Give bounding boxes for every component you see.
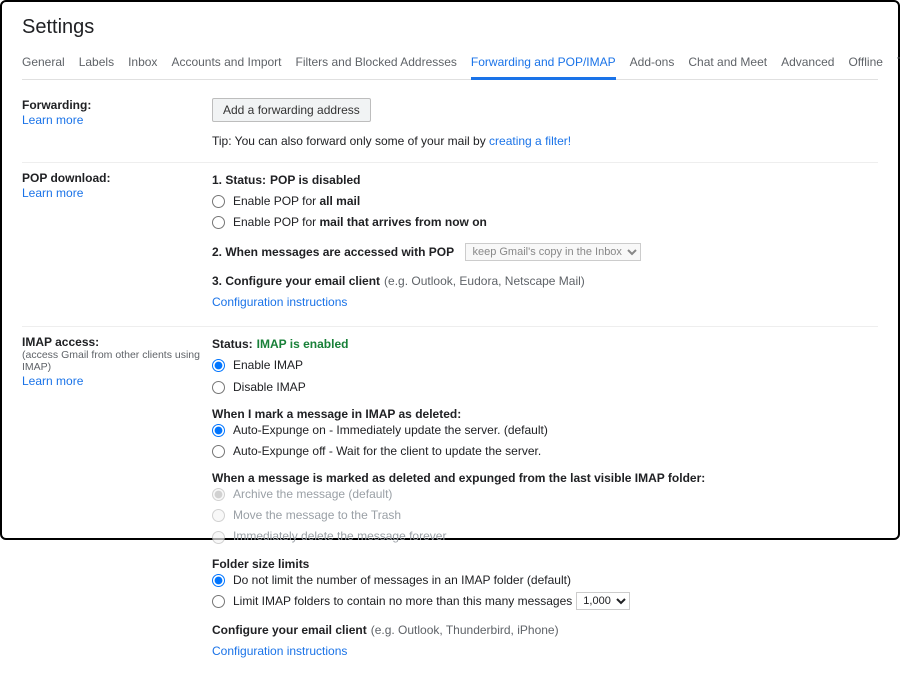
pop-enable-new-radio[interactable]	[212, 216, 225, 229]
create-filter-link[interactable]: creating a filter!	[489, 134, 571, 148]
tab-forwarding-pop-imap[interactable]: Forwarding and POP/IMAP	[471, 49, 616, 80]
imap-disable-label: Disable IMAP	[233, 378, 306, 397]
tab-accounts-import[interactable]: Accounts and Import	[171, 49, 281, 79]
auto-expunge-off-label: Auto-Expunge off - Wait for the client t…	[233, 442, 541, 461]
imap-enable-label: Enable IMAP	[233, 356, 303, 375]
tab-general[interactable]: General	[22, 49, 65, 79]
auto-expunge-on-label: Auto-Expunge on - Immediately update the…	[233, 421, 548, 440]
pop-enable-all-label: Enable POP for all mail	[233, 192, 360, 211]
section-pop-download: POP download: Learn more 1. Status: POP …	[22, 163, 878, 327]
auto-expunge-off-radio[interactable]	[212, 445, 225, 458]
pop-heading: POP download:	[22, 171, 212, 185]
imap-subheading: (access Gmail from other clients using I…	[22, 349, 212, 373]
imap-heading: IMAP access:	[22, 335, 212, 349]
imap-learn-more-link[interactable]: Learn more	[22, 374, 83, 388]
expunge-trash-radio	[212, 509, 225, 522]
expunge-delete-radio	[212, 531, 225, 544]
pop-status-value: POP is disabled	[270, 171, 360, 190]
imap-status-label: Status:	[212, 335, 253, 354]
settings-tabs: General Labels Inbox Accounts and Import…	[22, 49, 878, 80]
pop-configure-hint: (e.g. Outlook, Eudora, Netscape Mail)	[384, 272, 585, 291]
forwarding-heading: Forwarding:	[22, 98, 212, 112]
pop-enable-new-label: Enable POP for mail that arrives from no…	[233, 213, 487, 232]
tab-labels[interactable]: Labels	[79, 49, 114, 79]
tab-offline[interactable]: Offline	[848, 49, 882, 79]
pop-accessed-select[interactable]: keep Gmail's copy in the Inbox	[465, 243, 641, 261]
folder-limit-radio[interactable]	[212, 595, 225, 608]
pop-enable-all-radio[interactable]	[212, 195, 225, 208]
imap-configure-label: Configure your email client	[212, 621, 367, 640]
imap-configure-hint: (e.g. Outlook, Thunderbird, iPhone)	[371, 621, 559, 640]
pop-status-label: 1. Status:	[212, 171, 266, 190]
section-forwarding: Forwarding: Learn more Add a forwarding …	[22, 90, 878, 163]
pop-accessed-label: 2. When messages are accessed with POP	[212, 243, 454, 262]
expunge-archive-radio	[212, 488, 225, 501]
imap-expunged-heading: When a message is marked as deleted and …	[212, 471, 878, 485]
expunge-delete-label: Immediately delete the message forever	[233, 527, 446, 546]
add-forwarding-address-button[interactable]: Add a forwarding address	[212, 98, 371, 122]
expunge-archive-label: Archive the message (default)	[233, 485, 392, 504]
folder-limit-label: Limit IMAP folders to contain no more th…	[233, 592, 572, 611]
forwarding-tip-text: Tip: You can also forward only some of y…	[212, 134, 489, 148]
imap-config-instructions-link[interactable]: Configuration instructions	[212, 642, 347, 661]
folder-size-heading: Folder size limits	[212, 557, 878, 571]
forwarding-learn-more-link[interactable]: Learn more	[22, 113, 83, 127]
auto-expunge-on-radio[interactable]	[212, 424, 225, 437]
tab-chat-meet[interactable]: Chat and Meet	[688, 49, 767, 79]
pop-config-instructions-link[interactable]: Configuration instructions	[212, 293, 347, 312]
page-title: Settings	[22, 16, 878, 39]
expunge-trash-label: Move the message to the Trash	[233, 506, 401, 525]
imap-disable-radio[interactable]	[212, 381, 225, 394]
pop-learn-more-link[interactable]: Learn more	[22, 186, 83, 200]
folder-limit-select[interactable]: 1,000	[576, 592, 630, 610]
tab-advanced[interactable]: Advanced	[781, 49, 834, 79]
imap-status-value: IMAP is enabled	[257, 335, 349, 354]
folder-no-limit-label: Do not limit the number of messages in a…	[233, 571, 571, 590]
imap-deleted-heading: When I mark a message in IMAP as deleted…	[212, 407, 878, 421]
section-imap-access: IMAP access: (access Gmail from other cl…	[22, 327, 878, 675]
tab-addons[interactable]: Add-ons	[630, 49, 675, 79]
imap-enable-radio[interactable]	[212, 359, 225, 372]
pop-configure-label: 3. Configure your email client	[212, 272, 380, 291]
tab-filters-blocked[interactable]: Filters and Blocked Addresses	[296, 49, 457, 79]
tab-inbox[interactable]: Inbox	[128, 49, 157, 79]
folder-no-limit-radio[interactable]	[212, 574, 225, 587]
